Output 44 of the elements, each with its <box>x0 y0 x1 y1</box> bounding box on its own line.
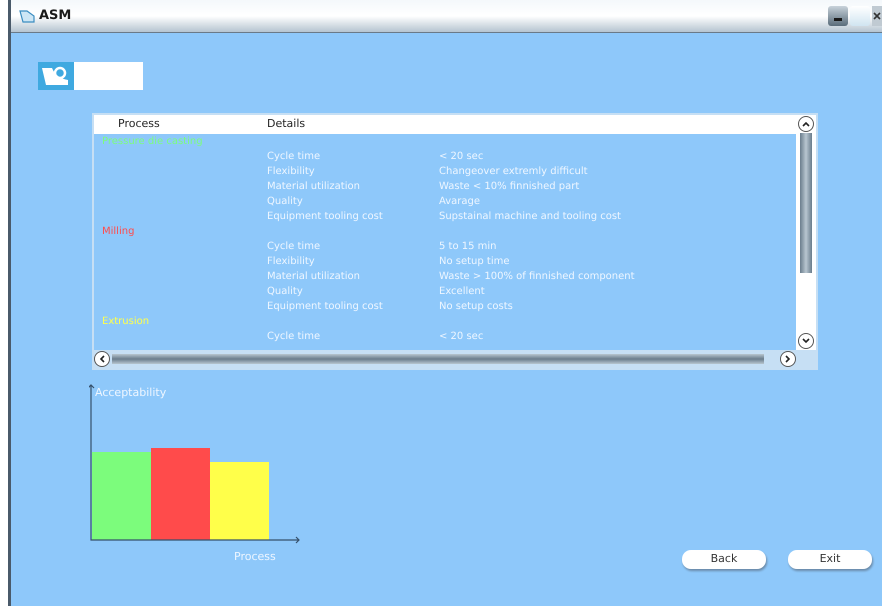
window-title: ASM <box>39 7 72 26</box>
column-header: Details <box>267 116 306 132</box>
scroll-up-icon[interactable] <box>798 116 814 132</box>
detail-value: No setup time <box>439 255 510 269</box>
scroll-left-icon[interactable] <box>94 351 110 367</box>
vertical-scrollbar[interactable] <box>796 115 816 350</box>
detail-label: Cycle time <box>266 240 322 254</box>
process-name: Pressure die casting <box>102 136 203 147</box>
nav-button[interactable]: Back <box>682 550 766 569</box>
detail-value: Supstainal machine and tooling cost <box>439 210 621 224</box>
close-icon <box>873 11 881 21</box>
scroll-thumb[interactable] <box>800 133 812 273</box>
detail-value: Excellent <box>439 285 485 299</box>
horizontal-scrollbar[interactable] <box>94 350 816 368</box>
close-button[interactable] <box>872 6 882 26</box>
detail-value: Waste > 100% of finnished component <box>439 270 635 284</box>
y-axis-label: Acceptability <box>95 385 166 401</box>
detail-value: Changeover extremly difficult <box>439 165 588 179</box>
detail-value: No setup costs <box>439 300 513 314</box>
x-axis-label: Process <box>234 549 276 565</box>
nav-button[interactable]: Exit <box>788 550 872 569</box>
detail-value: Waste < 10% finnished part <box>439 180 580 194</box>
detail-label: Cycle time <box>266 150 322 164</box>
scroll-right-icon[interactable] <box>780 351 796 367</box>
detail-label: Equipment tooling cost <box>266 210 384 224</box>
detail-label: Quality <box>266 195 304 209</box>
column-header: Process <box>117 116 161 132</box>
app-icon <box>19 9 35 23</box>
detail-label: Material utilization <box>266 270 361 284</box>
detail-value: < 20 sec <box>439 330 484 344</box>
detail-label: Flexibility <box>266 165 316 179</box>
process-name: Extrusion <box>102 316 150 327</box>
detail-label: Material utilization <box>266 180 361 194</box>
minimize-button[interactable] <box>828 6 848 26</box>
detail-label: Equipment tooling cost <box>266 300 384 314</box>
detail-label: Cycle time <box>266 330 322 344</box>
detail-value: 5 to 15 min <box>439 240 497 254</box>
scroll-down-icon[interactable] <box>798 333 814 349</box>
scroll-thumb[interactable] <box>112 354 764 364</box>
detail-value: Avarage <box>439 195 480 209</box>
detail-value: < 20 sec <box>439 150 484 164</box>
detail-label: Flexibility <box>266 255 316 269</box>
process-name: Milling <box>102 226 134 237</box>
detail-label: Quality <box>266 285 304 299</box>
